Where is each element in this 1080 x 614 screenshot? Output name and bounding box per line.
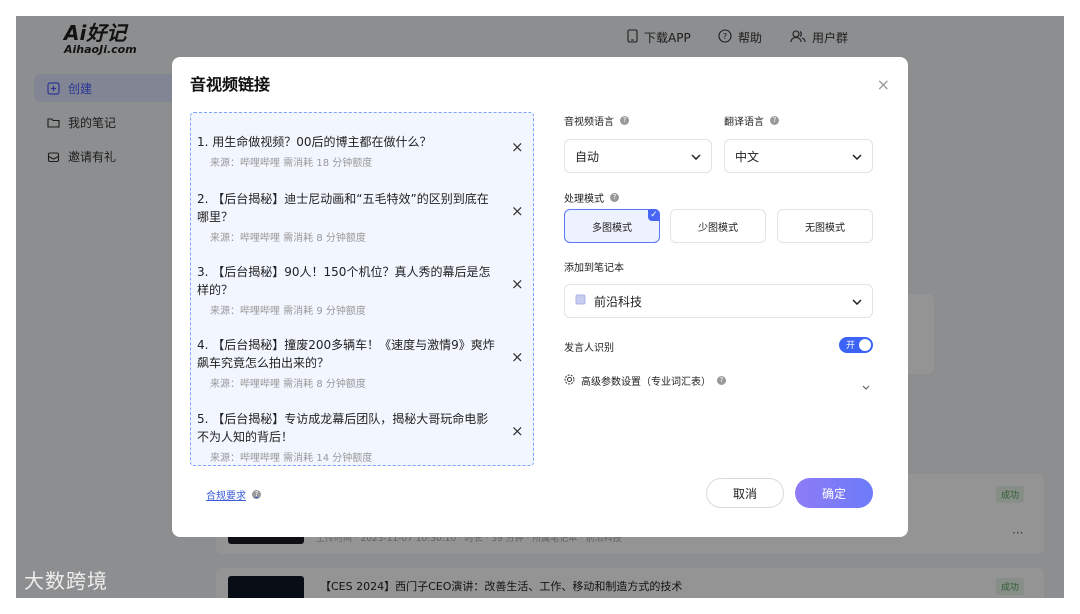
item-meta: 来源：哔哩哔哩 需消耗 18 分钟额度 bbox=[210, 158, 373, 169]
list-item: 2. 【后台揭秘】迪士尼动画和“五毛特效”的区别到底在哪里？ 来源：哔哩哔哩 需… bbox=[197, 190, 497, 244]
chevron-down-icon bbox=[852, 294, 862, 308]
item-title: 3. 【后台揭秘】90人！150个机位？真人秀的幕后是怎样的？ bbox=[197, 265, 491, 297]
dialog-title: 音视频链接 bbox=[190, 75, 271, 94]
compliance-text: 合规要求 bbox=[206, 491, 246, 502]
audio-language-text: 音视频语言 bbox=[564, 117, 614, 128]
mode-label: 处理模式 ? bbox=[564, 190, 619, 205]
audio-language-value: 自动 bbox=[575, 149, 600, 164]
mode-multi-image[interactable]: 多图模式 ✓ bbox=[564, 209, 660, 243]
help-circle-icon[interactable]: ? bbox=[610, 193, 619, 202]
gear-icon bbox=[564, 374, 575, 388]
list-item: 4. 【后台揭秘】撞废200多辆车！《速度与激情9》爽炸飙车究竟怎么拍出来的？ … bbox=[197, 336, 497, 390]
chevron-down-icon bbox=[691, 149, 701, 163]
help-circle-icon[interactable]: ? bbox=[252, 490, 261, 499]
remove-item-icon[interactable]: × bbox=[511, 275, 524, 293]
remove-item-icon[interactable]: × bbox=[511, 138, 524, 156]
confirm-button[interactable]: 确定 bbox=[795, 478, 873, 508]
notebook-value: 前沿科技 bbox=[594, 294, 643, 309]
watermark: 大数跨境 bbox=[24, 569, 108, 593]
advanced-settings-text: 高级参数设置（专业词汇表） bbox=[581, 377, 711, 388]
item-meta: 来源：哔哩哔哩 需消耗 9 分钟额度 bbox=[210, 306, 366, 317]
translate-language-select[interactable]: 中文 bbox=[724, 139, 873, 173]
remove-item-icon[interactable]: × bbox=[511, 422, 524, 440]
notebook-label: 添加到笔记本 bbox=[564, 263, 624, 274]
chevron-down-icon[interactable] bbox=[862, 375, 870, 394]
item-meta: 来源：哔哩哔哩 需消耗 8 分钟额度 bbox=[210, 233, 366, 244]
speaker-label: 发言人识别 bbox=[564, 343, 614, 354]
compliance-link[interactable]: 合规要求 ? bbox=[206, 487, 261, 502]
mode-few-image[interactable]: 少图模式 bbox=[670, 209, 766, 243]
item-meta: 来源：哔哩哔哩 需消耗 8 分钟额度 bbox=[210, 379, 366, 390]
audio-language-label: 音视频语言 ? bbox=[564, 113, 629, 128]
translate-language-text: 翻译语言 bbox=[724, 117, 764, 128]
notebook-value-group: 前沿科技 bbox=[575, 293, 642, 310]
remove-item-icon[interactable]: × bbox=[511, 202, 524, 220]
mode-label: 无图模式 bbox=[805, 222, 845, 234]
chevron-down-icon bbox=[852, 149, 862, 163]
audio-language-select[interactable]: 自动 bbox=[564, 139, 712, 173]
toggle-knob bbox=[859, 339, 871, 351]
cancel-button[interactable]: 取消 bbox=[706, 478, 784, 508]
notebook-select[interactable]: 前沿科技 bbox=[564, 284, 873, 318]
help-circle-icon[interactable]: ? bbox=[770, 116, 779, 125]
item-title: 5. 【后台揭秘】专访成龙幕后团队，揭秘大哥玩命电影不为人知的背后！ bbox=[197, 412, 489, 444]
video-link-dialog: 音视频链接 × 1. 用生命做视频？00后的博主都在做什么？ 来源：哔哩哔哩 需… bbox=[172, 57, 908, 537]
mode-label: 少图模式 bbox=[698, 222, 738, 234]
translate-language-label: 翻译语言 ? bbox=[724, 113, 779, 128]
link-list: 1. 用生命做视频？00后的博主都在做什么？ 来源：哔哩哔哩 需消耗 18 分钟… bbox=[190, 112, 534, 466]
item-title: 2. 【后台揭秘】迪士尼动画和“五毛特效”的区别到底在哪里？ bbox=[197, 192, 489, 224]
mode-label: 多图模式 bbox=[592, 222, 632, 234]
help-circle-icon[interactable]: ? bbox=[620, 116, 629, 125]
advanced-settings-toggle[interactable]: 高级参数设置（专业词汇表） ? bbox=[564, 373, 726, 388]
list-item: 5. 【后台揭秘】专访成龙幕后团队，揭秘大哥玩命电影不为人知的背后！ 来源：哔哩… bbox=[197, 410, 497, 464]
list-item: 3. 【后台揭秘】90人！150个机位？真人秀的幕后是怎样的？ 来源：哔哩哔哩 … bbox=[197, 263, 497, 317]
item-meta: 来源：哔哩哔哩 需消耗 14 分钟额度 bbox=[210, 453, 373, 464]
mode-no-image[interactable]: 无图模式 bbox=[777, 209, 873, 243]
list-item: 1. 用生命做视频？00后的博主都在做什么？ 来源：哔哩哔哩 需消耗 18 分钟… bbox=[197, 133, 497, 169]
notebook-icon bbox=[575, 294, 586, 308]
help-circle-icon[interactable]: ? bbox=[717, 376, 726, 385]
mode-label-text: 处理模式 bbox=[564, 194, 604, 205]
translate-language-value: 中文 bbox=[735, 149, 760, 164]
item-title: 1. 用生命做视频？00后的博主都在做什么？ bbox=[197, 135, 432, 149]
speaker-toggle[interactable]: 开 bbox=[839, 337, 873, 353]
remove-item-icon[interactable]: × bbox=[511, 348, 524, 366]
close-icon[interactable]: × bbox=[877, 75, 890, 94]
item-title: 4. 【后台揭秘】撞废200多辆车！《速度与激情9》爽炸飙车究竟怎么拍出来的？ bbox=[197, 338, 495, 370]
toggle-text: 开 bbox=[846, 341, 856, 351]
check-icon: ✓ bbox=[648, 209, 660, 221]
